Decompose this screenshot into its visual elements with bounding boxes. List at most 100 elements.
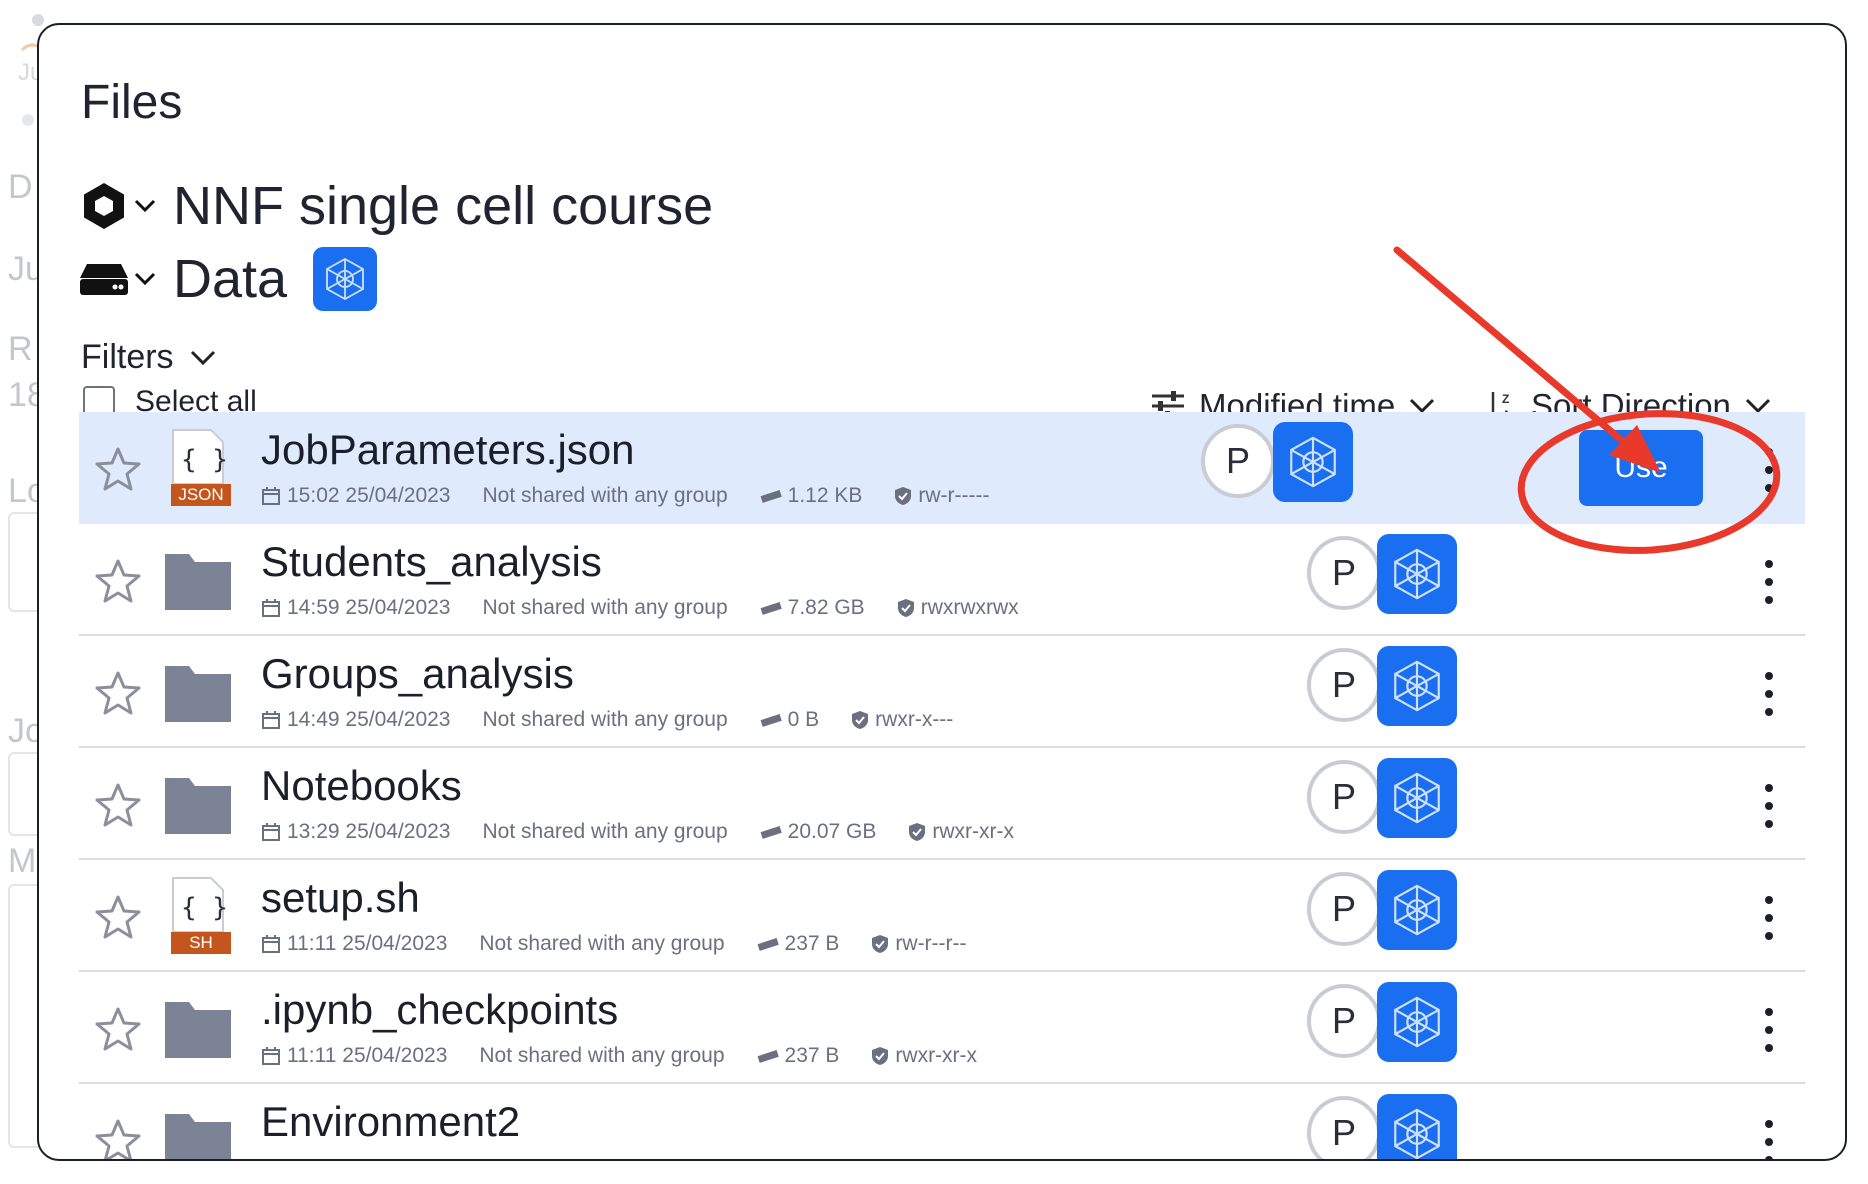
kebab-icon[interactable] (1763, 896, 1775, 940)
file-row[interactable]: Students_analysis 14:59 25/04/2023 Not sha… (79, 524, 1805, 636)
kebab-icon[interactable] (1763, 672, 1775, 716)
drive-breadcrumb[interactable]: Data (79, 247, 378, 311)
share-status: Not shared with any group (482, 820, 728, 843)
file-meta: 14:59 25/04/2023 Not shared with any grou… (261, 596, 1051, 620)
drive-name: Data (173, 249, 288, 309)
modified-time-text: 14:49 25/04/2023 (287, 708, 451, 731)
drive-icon (79, 254, 129, 304)
provider-badge-p[interactable]: P (1307, 536, 1381, 610)
calendar-icon (262, 935, 280, 953)
calendar-icon (262, 1047, 280, 1065)
network-icon[interactable] (1377, 982, 1457, 1062)
code-file-icon: { } SH (163, 876, 233, 956)
chevron-down-icon[interactable] (131, 265, 159, 293)
svg-text:{ }: { } (181, 445, 228, 475)
folder-icon (163, 768, 233, 848)
permissions-text: rwxr-x--- (875, 708, 954, 731)
network-icon[interactable] (1377, 870, 1457, 950)
folder-icon (163, 1104, 233, 1159)
project-breadcrumb[interactable]: NNF single cell course (79, 175, 713, 237)
provider-badge-p[interactable]: P (1307, 760, 1381, 834)
permissions-text: rwxr-xr-x (895, 1044, 978, 1067)
file-row[interactable]: .ipynb_checkpoints 11:11 25/04/2023 Not sh… (79, 972, 1805, 1084)
network-icon[interactable] (1377, 1094, 1457, 1159)
file-size: 237 B (757, 932, 840, 956)
kebab-icon[interactable] (1763, 1120, 1775, 1159)
file-row[interactable]: Environment2 P (79, 1084, 1805, 1159)
chevron-down-icon[interactable] (131, 192, 159, 220)
calendar-icon (262, 711, 280, 729)
file-row[interactable]: Groups_analysis 14:49 25/04/2023 Not share… (79, 636, 1805, 748)
use-button[interactable]: Use (1579, 430, 1703, 506)
permissions-text: rw-r--r-- (895, 932, 967, 955)
permissions-text: rwxrwxrwx (920, 596, 1019, 619)
ruler-icon (760, 826, 782, 839)
file-name[interactable]: setup.sh (261, 874, 420, 922)
file-meta: 11:11 25/04/2023 Not shared with any grou… (261, 1044, 1009, 1068)
provider-badge-p[interactable]: P (1201, 424, 1275, 498)
permissions: rwxr-x--- (851, 708, 953, 732)
network-icon[interactable] (1377, 646, 1457, 726)
shield-icon (909, 823, 926, 841)
star-icon[interactable] (95, 1118, 141, 1159)
file-name[interactable]: Groups_analysis (261, 650, 574, 698)
network-icon[interactable] (1377, 758, 1457, 838)
file-name[interactable]: Students_analysis (261, 538, 602, 586)
bg-text: D (8, 168, 33, 206)
permissions: rwxrwxrwx (897, 596, 1019, 620)
star-icon[interactable] (95, 1006, 141, 1052)
kebab-icon[interactable] (1763, 448, 1775, 492)
file-name[interactable]: Environment2 (261, 1098, 520, 1146)
modified-time-text: 11:11 25/04/2023 (287, 1044, 448, 1067)
provider-badge-p[interactable]: P (1307, 872, 1381, 946)
star-icon[interactable] (95, 558, 141, 604)
share-status: Not shared with any group (482, 708, 728, 731)
star-icon[interactable] (95, 782, 141, 828)
modified-time-text: 11:11 25/04/2023 (287, 932, 448, 955)
permissions: rwxr-xr-x (908, 820, 1014, 844)
calendar-icon (262, 823, 280, 841)
star-icon[interactable] (95, 894, 141, 940)
network-icon[interactable] (1273, 422, 1353, 502)
file-size-text: 237 B (784, 932, 840, 955)
modified-time: 11:11 25/04/2023 (261, 1044, 447, 1068)
provider-badge-p[interactable]: P (1307, 648, 1381, 722)
svg-text:{ }: { } (181, 893, 228, 923)
file-name[interactable]: JobParameters.json (261, 426, 635, 474)
share-status: Not shared with any group (482, 484, 728, 507)
star-icon[interactable] (95, 670, 141, 716)
permissions-text: rw-r----- (918, 484, 990, 507)
file-type-badge: SH (171, 932, 231, 954)
star-icon[interactable] (95, 446, 141, 492)
filters-toggle[interactable]: Filters (81, 338, 216, 377)
file-row[interactable]: { } JSON JobParameters.json 15:02 25/04/202… (79, 412, 1805, 524)
ruler-icon (757, 1050, 779, 1063)
filters-label: Filters (81, 338, 174, 376)
file-name[interactable]: Notebooks (261, 762, 462, 810)
kebab-icon[interactable] (1763, 560, 1775, 604)
shield-icon (895, 487, 912, 505)
provider-badge-p[interactable]: P (1307, 984, 1381, 1058)
ruler-icon (757, 938, 779, 951)
kebab-icon[interactable] (1763, 1008, 1775, 1052)
file-size: 1.12 KB (760, 484, 863, 508)
file-meta: 14:49 25/04/2023 Not shared with any grou… (261, 708, 985, 732)
modified-time: 13:29 25/04/2023 (261, 820, 451, 844)
file-size-text: 0 B (787, 708, 820, 731)
file-row[interactable]: { } SH setup.sh 11:11 25/04/2023 Not shared … (79, 860, 1805, 972)
file-size-text: 7.82 GB (787, 596, 865, 619)
modified-time-text: 14:59 25/04/2023 (287, 596, 451, 619)
modified-time: 15:02 25/04/2023 (261, 484, 451, 508)
svg-text:Z: Z (1502, 392, 1509, 406)
kebab-icon[interactable] (1763, 784, 1775, 828)
file-size: 0 B (760, 708, 820, 732)
network-icon[interactable] (1377, 534, 1457, 614)
provider-badge-p[interactable]: P (1307, 1096, 1381, 1159)
file-meta: 15:02 25/04/2023 Not shared with any grou… (261, 484, 1022, 508)
ruler-icon (760, 602, 782, 615)
file-type-badge: JSON (171, 484, 231, 506)
file-row[interactable]: Notebooks 13:29 25/04/2023 Not shared with… (79, 748, 1805, 860)
share-status: Not shared with any group (479, 1044, 725, 1067)
file-name[interactable]: .ipynb_checkpoints (261, 986, 618, 1034)
file-size-text: 1.12 KB (787, 484, 863, 507)
